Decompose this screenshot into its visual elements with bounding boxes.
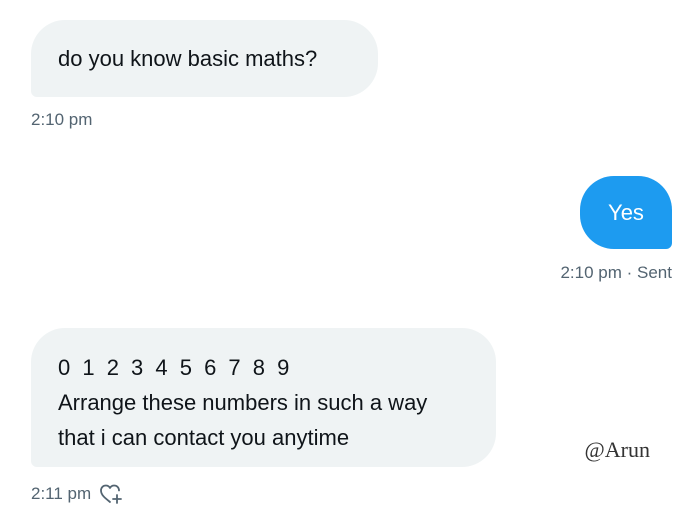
message-text-line: that i can contact you anytime: [58, 425, 350, 450]
message-timestamp: 2:11 pm: [31, 482, 125, 506]
message-bubble-sent[interactable]: Yes: [580, 176, 672, 249]
delivery-status: Sent: [637, 263, 672, 282]
message-text-line: Arrange these numbers in such a way: [58, 390, 428, 415]
message-text: do you know basic maths?: [58, 46, 318, 71]
timestamp-text: 2:10 pm: [560, 263, 622, 282]
message-timestamp-status: 2:10 pm · Sent: [560, 263, 672, 283]
heart-plus-icon[interactable]: [99, 482, 125, 506]
message-timestamp: 2:10 pm: [31, 110, 92, 130]
message-text-line: 0 1 2 3 4 5 6 7 8 9: [58, 355, 293, 380]
message-text: Yes: [608, 200, 644, 225]
message-bubble-received[interactable]: 0 1 2 3 4 5 6 7 8 9 Arrange these number…: [31, 328, 496, 467]
timestamp-text: 2:11 pm: [31, 484, 92, 503]
message-bubble-received[interactable]: do you know basic maths?: [31, 20, 378, 97]
watermark-text: @Arun: [584, 437, 650, 462]
separator-dot: ·: [626, 263, 633, 282]
timestamp-text: 2:10 pm: [31, 110, 93, 129]
